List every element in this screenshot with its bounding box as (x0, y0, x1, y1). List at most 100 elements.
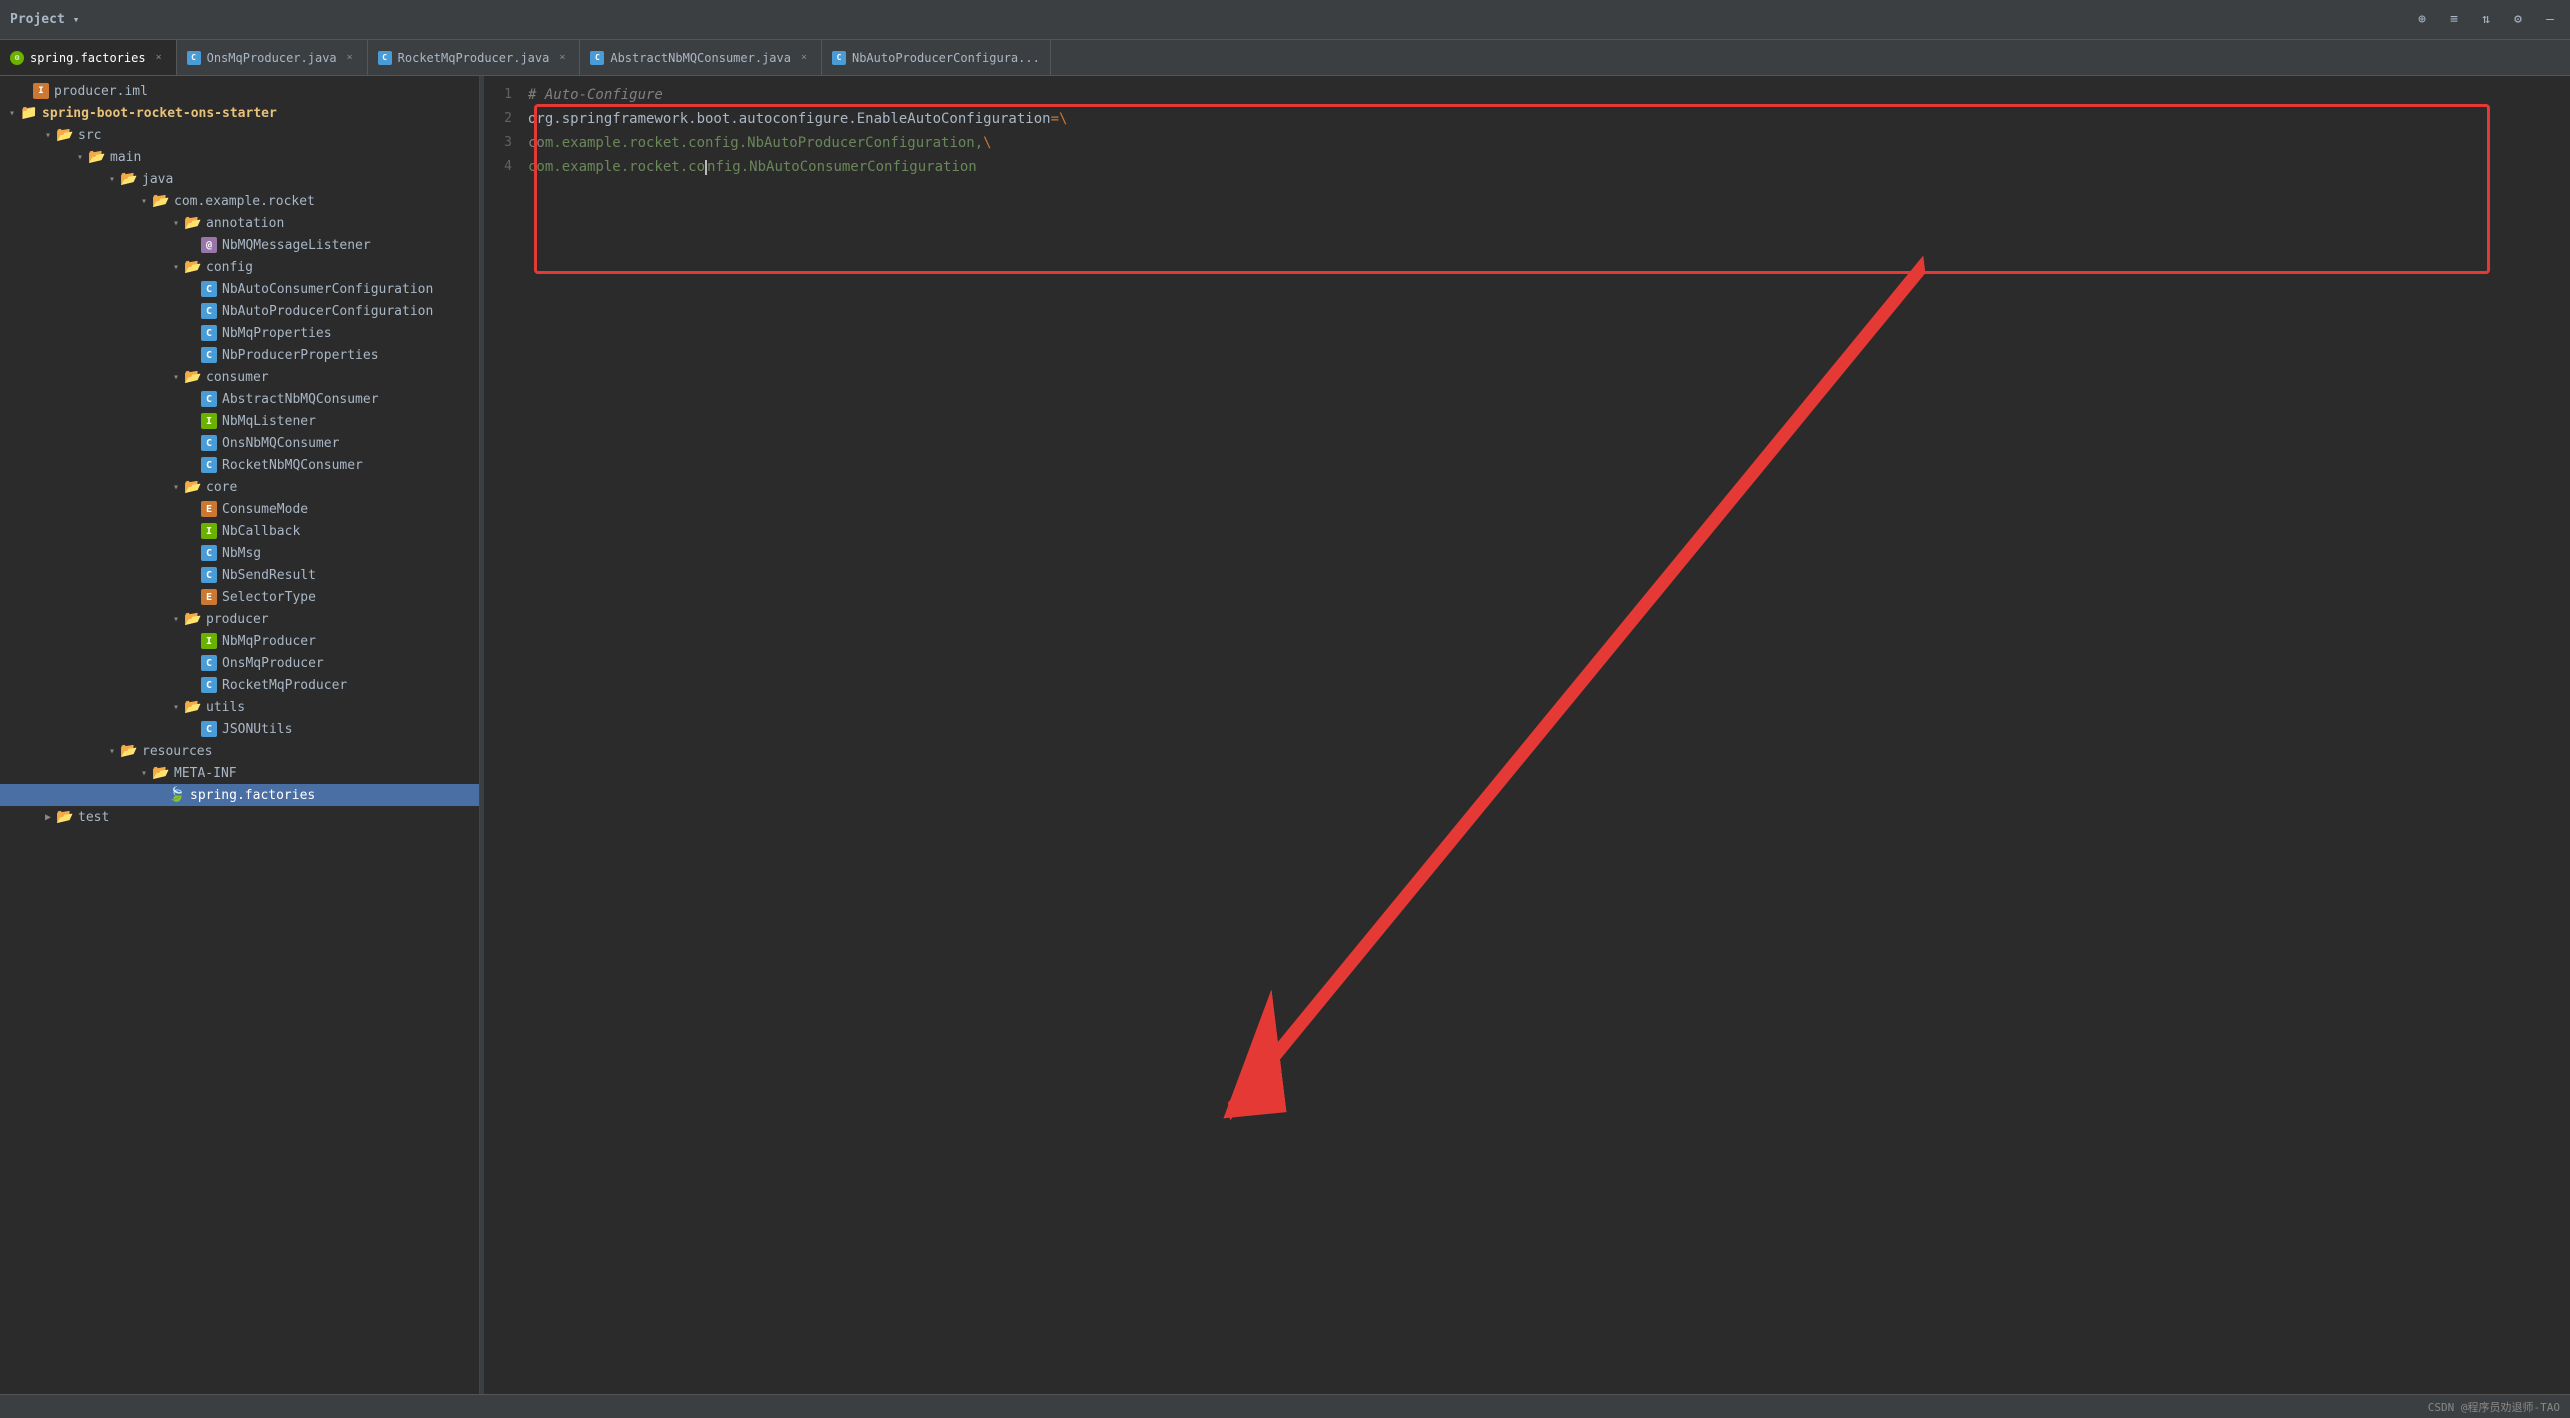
folder-icon-producer: 📂 (184, 610, 202, 628)
tab-bar: ⚙ spring.factories × C OnsMqProducer.jav… (0, 40, 2570, 76)
equals-backslash-2: =\ (1051, 111, 1068, 127)
tab-ons-mq-producer[interactable]: C OnsMqProducer.java × (177, 40, 368, 75)
tree-item-NbMqListener[interactable]: I NbMqListener (0, 410, 479, 432)
tree-item-NbMqProducer[interactable]: I NbMqProducer (0, 630, 479, 652)
tree-item-AbstractNbMQConsumer[interactable]: C AbstractNbMQConsumer (0, 388, 479, 410)
line-content-3: com.example.rocket.config.NbAutoProducer… (524, 135, 2570, 151)
tab-label-nbautoproducer: NbAutoProducerConfigura... (852, 51, 1040, 65)
OnsMqProducer-label: OnsMqProducer (222, 656, 324, 671)
sidebar: I producer.iml ▾ 📁 spring-boot-rocket-on… (0, 76, 480, 1394)
line-content-4: com.example.rocket.config.NbAutoConsumer… (524, 159, 2570, 175)
tree-item-config[interactable]: ▾ 📂 config (0, 256, 479, 278)
folder-icon-src: 📂 (56, 126, 74, 144)
expand-arrow-utils[interactable]: ▾ (168, 699, 184, 715)
tree-item-producer-iml[interactable]: I producer.iml (0, 80, 479, 102)
tree-item-annotation[interactable]: ▾ 📂 annotation (0, 212, 479, 234)
editor-content[interactable]: 1 # Auto-Configure 2 org.springframework… (484, 76, 2570, 1394)
tab-close-abstract[interactable]: × (797, 51, 811, 65)
tree-item-resources[interactable]: ▾ 📂 resources (0, 740, 479, 762)
tree-item-core[interactable]: ▾ 📂 core (0, 476, 479, 498)
tree-item-RocketNbMQConsumer[interactable]: C RocketNbMQConsumer (0, 454, 479, 476)
tab-abstract-consumer[interactable]: C AbstractNbMQConsumer.java × (580, 40, 822, 75)
tree-item-RocketMqProducer[interactable]: C RocketMqProducer (0, 674, 479, 696)
tab-nb-auto-producer[interactable]: C NbAutoProducerConfigura... (822, 40, 1051, 75)
tree-item-NbAutoConsumerConfig[interactable]: C NbAutoConsumerConfiguration (0, 278, 479, 300)
expand-arrow-com[interactable]: ▾ (136, 193, 152, 209)
project-title-area: Project ▾ (10, 12, 79, 27)
minimize-icon[interactable]: — (2540, 10, 2560, 30)
project-dropdown-icon[interactable]: ▾ (73, 13, 80, 26)
tree-item-OnsNbMQConsumer[interactable]: C OnsNbMQConsumer (0, 432, 479, 454)
class-icon-producer-config: C (200, 302, 218, 320)
tree-item-SelectorType[interactable]: E SelectorType (0, 586, 479, 608)
class-icon-OnsNbMQ: C (200, 434, 218, 452)
class-icon-NbMsg: C (200, 544, 218, 562)
project-label[interactable]: Project (10, 12, 65, 27)
tree-item-ConsumeMode[interactable]: E ConsumeMode (0, 498, 479, 520)
folder-icon-resources: 📂 (120, 742, 138, 760)
tree-item-test[interactable]: ▶ 📂 test (0, 806, 479, 828)
tree-item-java[interactable]: ▾ 📂 java (0, 168, 479, 190)
expand-arrow-consumer[interactable]: ▾ (168, 369, 184, 385)
NbMqListener-label: NbMqListener (222, 414, 316, 429)
line-content-2: org.springframework.boot.autoconfigure.E… (524, 111, 2570, 127)
tree-item-spring-boot-root[interactable]: ▾ 📁 spring-boot-rocket-ons-starter (0, 102, 479, 124)
tree-item-JSONUtils[interactable]: C JSONUtils (0, 718, 479, 740)
expand-arrow-java[interactable]: ▾ (104, 171, 120, 187)
meta-inf-label: META-INF (174, 766, 237, 781)
sort-icon[interactable]: ⇅ (2476, 10, 2496, 30)
expand-arrow-src[interactable]: ▾ (40, 127, 56, 143)
expand-arrow-meta[interactable]: ▾ (136, 765, 152, 781)
java-icon-rocket: C (378, 51, 392, 65)
folder-icon-root: 📁 (20, 104, 38, 122)
tree-item-utils[interactable]: ▾ 📂 utils (0, 696, 479, 718)
tab-close-ons[interactable]: × (343, 51, 357, 65)
java-label: java (142, 172, 173, 187)
tree-item-NbMQMessageListener[interactable]: @ NbMQMessageListener (0, 234, 479, 256)
expand-arrow-root[interactable]: ▾ (4, 105, 20, 121)
OnsNbMQConsumer-label: OnsNbMQConsumer (222, 436, 339, 451)
main-content: I producer.iml ▾ 📁 spring-boot-rocket-on… (0, 76, 2570, 1394)
tab-spring-factories[interactable]: ⚙ spring.factories × (0, 40, 177, 75)
tab-rocket-mq-producer[interactable]: C RocketMqProducer.java × (368, 40, 581, 75)
tree-item-meta-inf[interactable]: ▾ 📂 META-INF (0, 762, 479, 784)
java-icon-nbautoproducer: C (832, 51, 846, 65)
tree-item-spring-factories-file[interactable]: 🍃 spring.factories (0, 784, 479, 806)
code-line-3: 3 com.example.rocket.config.NbAutoProduc… (484, 134, 2570, 158)
structure-icon[interactable]: ≡ (2444, 10, 2464, 30)
tree-item-NbMsg[interactable]: C NbMsg (0, 542, 479, 564)
bottom-bar: CSDN @程序员劝退师-TAO (0, 1394, 2570, 1418)
dot-prefix-3: co (528, 135, 545, 151)
NbCallback-label: NbCallback (222, 524, 300, 539)
tree-item-OnsMqProducer[interactable]: C OnsMqProducer (0, 652, 479, 674)
tree-item-consumer[interactable]: ▾ 📂 consumer (0, 366, 479, 388)
tab-close-rocket[interactable]: × (555, 51, 569, 65)
main-label: main (110, 150, 141, 165)
folder-icon-com: 📂 (152, 192, 170, 210)
tree-item-main[interactable]: ▾ 📂 main (0, 146, 479, 168)
NbMqProperties-label: NbMqProperties (222, 326, 332, 341)
config-label: config (206, 260, 253, 275)
expand-arrow-config[interactable]: ▾ (168, 259, 184, 275)
tree-item-NbProducerProperties[interactable]: C NbProducerProperties (0, 344, 479, 366)
NbProducerProperties-label: NbProducerProperties (222, 348, 379, 363)
tree-item-NbSendResult[interactable]: C NbSendResult (0, 564, 479, 586)
expand-arrow-main[interactable]: ▾ (72, 149, 88, 165)
tree-item-NbCallback[interactable]: I NbCallback (0, 520, 479, 542)
expand-arrow-annotation[interactable]: ▾ (168, 215, 184, 231)
expand-arrow-core[interactable]: ▾ (168, 479, 184, 495)
tree-item-com-example[interactable]: ▾ 📂 com.example.rocket (0, 190, 479, 212)
expand-arrow-resources[interactable]: ▾ (104, 743, 120, 759)
tree-item-src[interactable]: ▾ 📂 src (0, 124, 479, 146)
expand-arrow-test[interactable]: ▶ (40, 809, 56, 825)
settings-icon[interactable]: ⚙ (2508, 10, 2528, 30)
tree-item-NbMqProperties[interactable]: C NbMqProperties (0, 322, 479, 344)
NbMsg-label: NbMsg (222, 546, 261, 561)
producer-label: producer (206, 612, 269, 627)
JSONUtils-label: JSONUtils (222, 722, 292, 737)
tab-close-spring-factories[interactable]: × (152, 51, 166, 65)
expand-arrow-producer[interactable]: ▾ (168, 611, 184, 627)
tree-item-producer[interactable]: ▾ 📂 producer (0, 608, 479, 630)
add-icon[interactable]: ⊕ (2412, 10, 2432, 30)
tree-item-NbAutoProducerConfig[interactable]: C NbAutoProducerConfiguration (0, 300, 479, 322)
